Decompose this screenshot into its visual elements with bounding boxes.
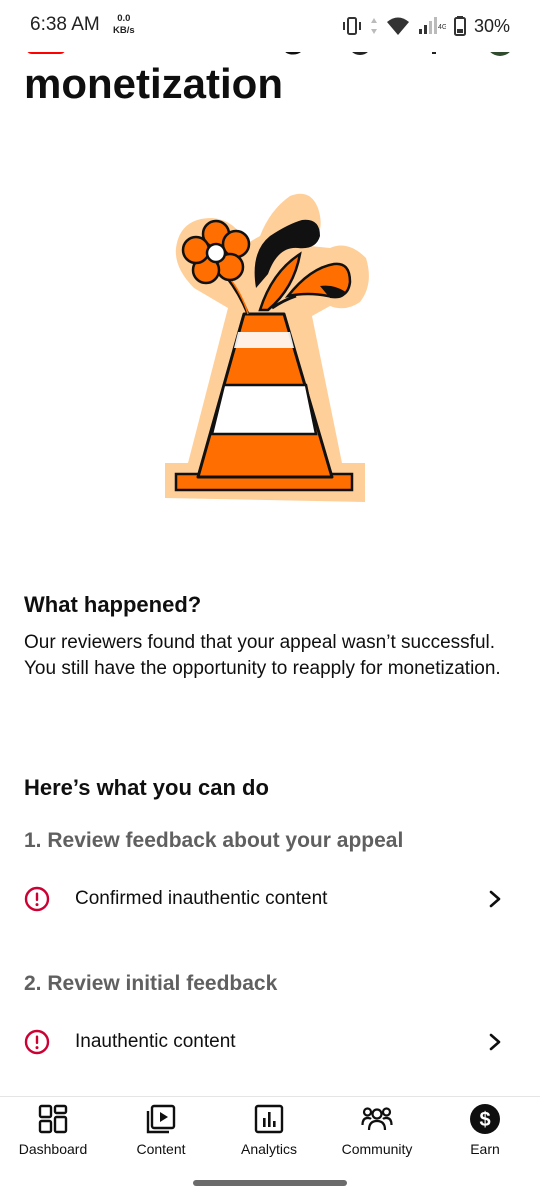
confirmed-inauthentic-content-row[interactable]: Confirmed inauthentic content bbox=[0, 871, 540, 927]
nav-earn[interactable]: $ Earn bbox=[440, 1103, 530, 1163]
page-title-line: monetization bbox=[24, 60, 283, 107]
battery-icon bbox=[453, 16, 466, 36]
vibrate-icon bbox=[342, 17, 361, 35]
svg-text:$: $ bbox=[479, 1109, 490, 1131]
battery-percentage: 30% bbox=[473, 15, 510, 36]
chevron-right-icon bbox=[489, 890, 501, 908]
inauthentic-content-row[interactable]: Inauthentic content bbox=[0, 1014, 540, 1070]
what-you-can-do-heading: Here’s what you can do bbox=[24, 775, 269, 800]
chevron-right-icon bbox=[489, 1033, 501, 1051]
alert-circle-icon bbox=[24, 1029, 50, 1055]
nav-dashboard[interactable]: Dashboard bbox=[8, 1103, 98, 1163]
analytics-icon bbox=[254, 1104, 284, 1134]
step-2-heading: 2. Review initial feedback bbox=[24, 972, 278, 995]
issue-label: Inauthentic content bbox=[75, 1031, 236, 1052]
traffic-cone-illustration bbox=[165, 193, 369, 502]
signal-icon: 4G bbox=[418, 17, 446, 34]
alert-circle-icon bbox=[24, 886, 50, 912]
content-icon bbox=[146, 1104, 176, 1134]
nav-content[interactable]: Content bbox=[116, 1103, 206, 1163]
step-1-heading: 1. Review feedback about your appeal bbox=[24, 829, 404, 852]
data-arrows-icon bbox=[370, 18, 377, 34]
nav-analytics-label: Analytics bbox=[240, 1141, 298, 1157]
status-bar: 6:38 AM 0.0 KB/s 4G 30% bbox=[0, 0, 540, 52]
dashboard-icon bbox=[38, 1104, 68, 1134]
network-speed: 0.0 KB/s bbox=[113, 13, 135, 37]
network-speed-unit: KB/s bbox=[113, 25, 135, 36]
home-indicator[interactable] bbox=[193, 1180, 347, 1186]
nav-analytics[interactable]: Analytics bbox=[224, 1103, 314, 1163]
nav-community-label: Community bbox=[341, 1141, 413, 1157]
status-time: 6:38 AM bbox=[30, 14, 100, 35]
what-happened-body: Our reviewers found that your appeal was… bbox=[24, 632, 501, 679]
nav-dashboard-label: Dashboard bbox=[18, 1141, 88, 1157]
wifi-icon bbox=[386, 17, 409, 35]
nav-earn-label: Earn bbox=[470, 1141, 500, 1157]
community-icon bbox=[361, 1107, 393, 1131]
network-speed-value: 0.0 bbox=[117, 13, 131, 24]
status-icons: 4G 30% bbox=[342, 13, 510, 39]
network-type: 4G bbox=[438, 24, 446, 31]
nav-community[interactable]: Community bbox=[332, 1103, 422, 1163]
issue-label: Confirmed inauthentic content bbox=[75, 888, 328, 909]
nav-content-label: Content bbox=[136, 1141, 186, 1157]
what-happened-heading: What happened? bbox=[24, 592, 202, 617]
earn-icon: $ bbox=[470, 1104, 500, 1134]
